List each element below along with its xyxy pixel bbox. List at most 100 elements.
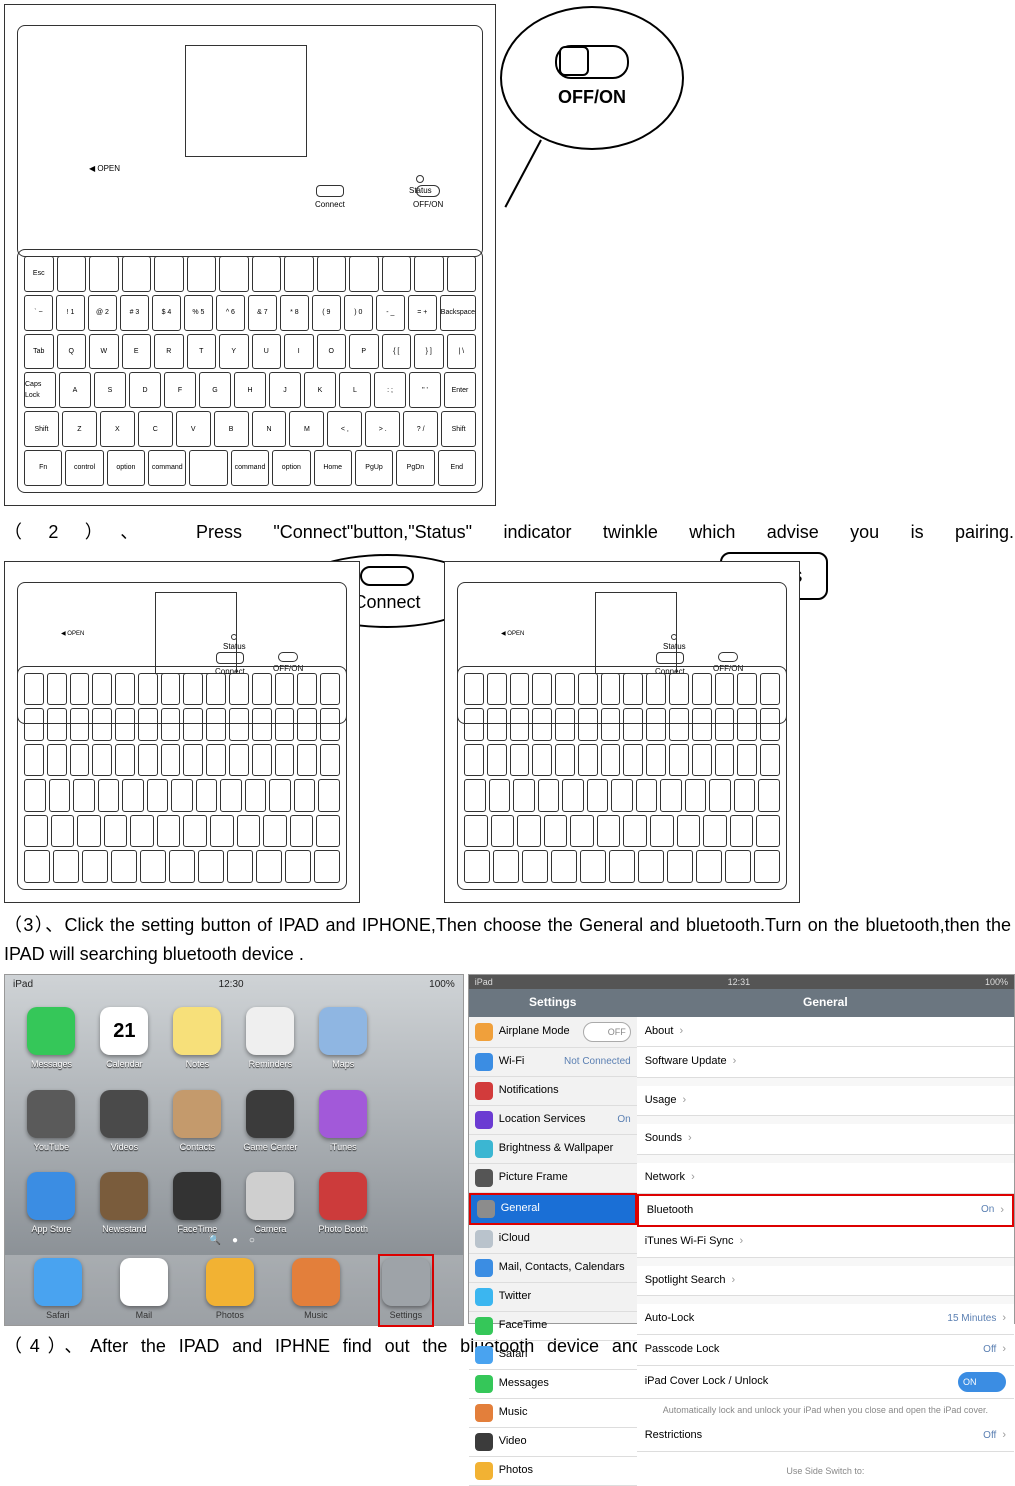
sidebar-item-label: Photos xyxy=(499,1462,533,1480)
app-icon[interactable]: Photo Booth xyxy=(313,1172,374,1236)
dock-app-icon[interactable]: Mail xyxy=(120,1258,168,1322)
settings-row[interactable]: Sounds› xyxy=(637,1124,1014,1155)
sidebar-item[interactable]: Safari xyxy=(469,1341,637,1370)
settings-row-icon xyxy=(475,1259,493,1277)
settings-row-icon xyxy=(475,1317,493,1335)
app-icon[interactable]: 21Calendar xyxy=(94,1007,155,1071)
chevron-right-icon: › xyxy=(1002,1310,1006,1328)
app-icon[interactable]: Reminders xyxy=(240,1007,301,1071)
key: % 5 xyxy=(184,295,213,331)
sidebar-item-general[interactable]: General xyxy=(469,1193,637,1225)
settings-row-icon xyxy=(475,1346,493,1364)
settings-row[interactable]: iTunes Wi-Fi Sync› xyxy=(637,1227,1014,1258)
dock-app-icon[interactable]: Photos xyxy=(206,1258,254,1322)
app-icon[interactable]: Game Center xyxy=(240,1090,301,1154)
sidebar-item[interactable]: Twitter xyxy=(469,1283,637,1312)
key: L xyxy=(339,372,371,408)
toggle[interactable]: OFF xyxy=(583,1022,631,1042)
sidebar-item[interactable]: Brightness & Wallpaper xyxy=(469,1135,637,1164)
sidebar-item-label: Location Services xyxy=(499,1111,586,1129)
sidebar-item-label: iCloud xyxy=(499,1230,530,1248)
key xyxy=(189,450,227,486)
settings-row[interactable]: RestrictionsOff› xyxy=(637,1421,1014,1452)
key: command xyxy=(148,450,186,486)
settings-row-bluetooth[interactable]: BluetoothOn› xyxy=(637,1194,1014,1228)
key: T xyxy=(187,334,217,370)
key: ^ 6 xyxy=(216,295,245,331)
settings-row[interactable]: Spotlight Search› xyxy=(637,1266,1014,1297)
key: M xyxy=(289,411,324,447)
key: S xyxy=(94,372,126,408)
key: } ] xyxy=(414,334,444,370)
app-icon[interactable]: Maps xyxy=(313,1007,374,1071)
sidebar-item[interactable]: Picture Frame xyxy=(469,1164,637,1193)
settings-row-icon xyxy=(475,1404,493,1422)
settings-row[interactable]: Network › xyxy=(637,1163,1014,1194)
key: N xyxy=(252,411,287,447)
key: Tab xyxy=(24,334,54,370)
sidebar-item[interactable]: Mail, Contacts, Calendars xyxy=(469,1254,637,1283)
sidebar-item[interactable]: Music xyxy=(469,1399,637,1428)
settings-row-icon xyxy=(475,1053,493,1071)
key: $ 4 xyxy=(152,295,181,331)
dock-app-icon[interactable]: Music xyxy=(292,1258,340,1322)
sidebar-item[interactable]: Wi-FiNot Connected xyxy=(469,1048,637,1077)
sidebar-item-label: FaceTime xyxy=(499,1317,548,1335)
app-icon[interactable]: Notes xyxy=(167,1007,228,1071)
key: J xyxy=(269,372,301,408)
app-icon[interactable]: YouTube xyxy=(21,1090,82,1154)
app-icon[interactable]: Contacts xyxy=(167,1090,228,1154)
chevron-right-icon: › xyxy=(1000,1202,1004,1220)
settings-row[interactable]: Software Update› xyxy=(637,1047,1014,1078)
sidebar-item[interactable]: Airplane Mode OFF xyxy=(469,1017,637,1048)
app-icon xyxy=(386,1090,447,1154)
sidebar-item[interactable]: Notifications xyxy=(469,1077,637,1106)
sidebar-item[interactable]: Location ServicesOn xyxy=(469,1106,637,1135)
settings-row-icon xyxy=(475,1462,493,1480)
key: : ; xyxy=(374,372,406,408)
sidebar-item[interactable]: FaceTime xyxy=(469,1312,637,1341)
sidebar-item-label: Airplane Mode xyxy=(499,1023,570,1041)
sidebar-item[interactable]: iCloud xyxy=(469,1225,637,1254)
key: Enter xyxy=(444,372,476,408)
key xyxy=(447,256,477,292)
chevron-right-icon: › xyxy=(691,1169,695,1187)
open-label: ◀ OPEN xyxy=(501,630,524,640)
app-icon[interactable]: Messages xyxy=(21,1007,82,1071)
app-icon[interactable]: App Store xyxy=(21,1172,82,1236)
settings-row-icon xyxy=(477,1200,495,1218)
settings-row-icon xyxy=(475,1140,493,1158)
key: Esc xyxy=(24,256,54,292)
sidebar-item[interactable]: Video xyxy=(469,1428,637,1457)
key xyxy=(284,256,314,292)
key: ? / xyxy=(403,411,438,447)
key xyxy=(219,256,249,292)
settings-row[interactable]: About› xyxy=(637,1017,1014,1048)
dock-app-icon[interactable]: Safari xyxy=(34,1258,82,1322)
sidebar-item[interactable]: Messages xyxy=(469,1370,637,1399)
switch-icon xyxy=(555,45,629,79)
app-icon[interactable]: Camera xyxy=(240,1172,301,1236)
key: Caps Lock xyxy=(24,372,56,408)
toggle[interactable]: ON xyxy=(958,1372,1006,1392)
settings-row-icon xyxy=(475,1288,493,1306)
sidebar-item[interactable]: Photos xyxy=(469,1457,637,1486)
app-icon[interactable]: Videos xyxy=(94,1090,155,1154)
settings-app-icon[interactable]: Settings xyxy=(378,1254,434,1326)
app-icon[interactable]: Newsstand xyxy=(94,1172,155,1236)
settings-row-label: Network xyxy=(645,1169,685,1187)
app-icon[interactable]: iTunes xyxy=(313,1090,374,1154)
app-icon[interactable]: FaceTime xyxy=(167,1172,228,1236)
key: Home xyxy=(314,450,352,486)
key xyxy=(122,256,152,292)
settings-row-icon xyxy=(475,1230,493,1248)
settings-row[interactable]: Passcode LockOff› xyxy=(637,1335,1014,1366)
key xyxy=(57,256,87,292)
settings-row[interactable]: Usage› xyxy=(637,1086,1014,1117)
settings-row[interactable]: Auto-Lock15 Minutes› xyxy=(637,1304,1014,1335)
key: control xyxy=(65,450,103,486)
settings-row[interactable]: iPad Cover Lock / UnlockON xyxy=(637,1366,1014,1399)
key: { [ xyxy=(382,334,412,370)
key xyxy=(382,256,412,292)
offon-switch-label: OFF/ON xyxy=(413,185,443,212)
